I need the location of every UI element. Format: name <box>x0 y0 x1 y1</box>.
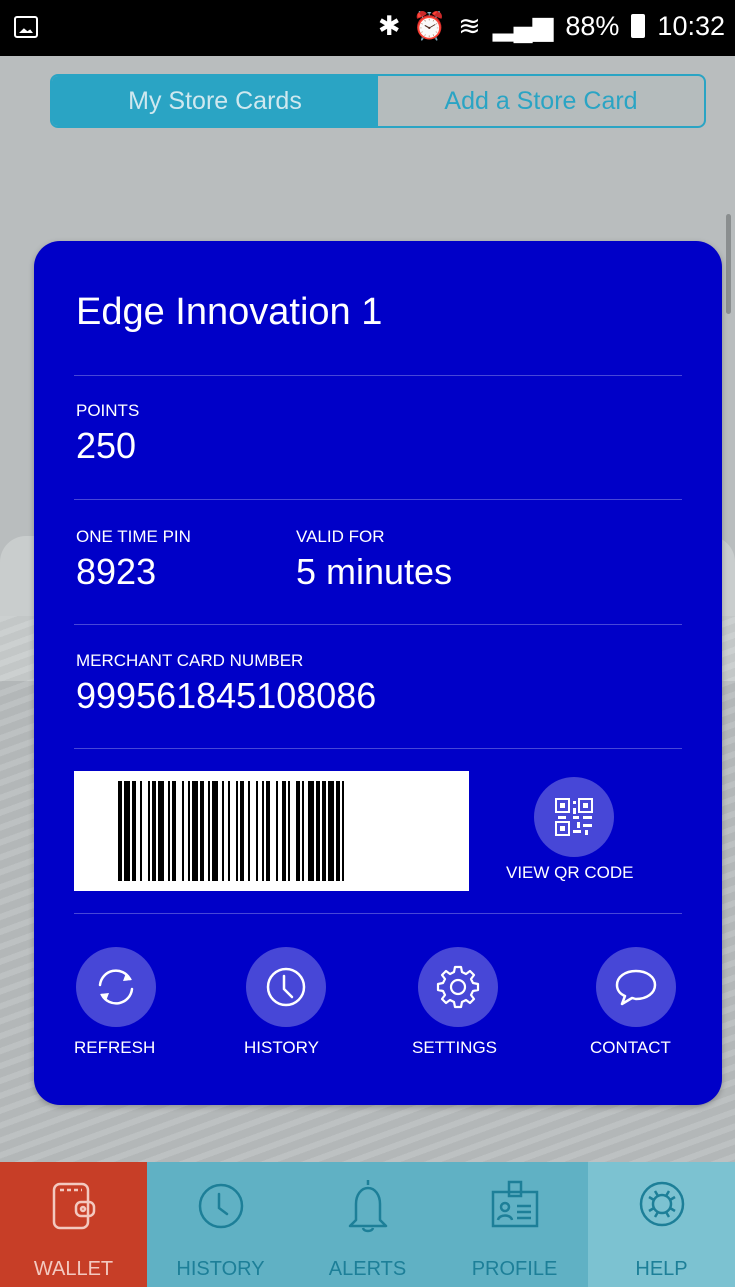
refresh-button[interactable] <box>76 947 156 1027</box>
barcode-bar <box>228 781 230 881</box>
barcode-bar <box>262 781 264 881</box>
tab-my-store-cards[interactable]: My Store Cards <box>52 76 378 126</box>
barcode-bar <box>172 781 176 881</box>
barcode-bar <box>308 781 314 881</box>
refresh-label: REFRESH <box>74 1038 156 1057</box>
points-label: POINTS <box>76 401 140 420</box>
barcode-bar <box>222 781 224 881</box>
points-value: 250 <box>76 425 137 466</box>
tab-add-store-card[interactable]: Add a Store Card <box>378 76 704 126</box>
barcode-bar <box>276 781 278 881</box>
nav-history-label: HISTORY <box>176 1258 265 1280</box>
barcode-bar <box>328 781 334 881</box>
barcode[interactable] <box>74 771 469 891</box>
nav-alerts-label: ALERTS <box>328 1258 407 1280</box>
barcode-bars <box>118 781 344 881</box>
store-card: Edge Innovation 1 POINTS 250 ONE TIME PI… <box>34 241 722 1105</box>
barcode-bar <box>188 781 190 881</box>
id-card-icon <box>491 1180 538 1228</box>
view-qr-code-button[interactable] <box>534 777 614 857</box>
merchant-card-number: 999561845108086 <box>76 675 377 716</box>
divider <box>74 624 682 625</box>
wallet-icon <box>52 1182 95 1230</box>
barcode-bar <box>168 781 170 881</box>
store-cards-tabs: My Store Cards Add a Store Card <box>50 74 706 128</box>
barcode-bar <box>148 781 150 881</box>
bottom-navigation: WALLET HISTORY ALERTS PROFILE HELP <box>0 1162 735 1287</box>
view-qr-code-label[interactable]: VIEW QR CODE <box>506 863 634 883</box>
barcode-bar <box>322 781 326 881</box>
contact-button[interactable] <box>596 947 676 1027</box>
scrollbar[interactable] <box>726 214 731 314</box>
barcode-bar <box>256 781 258 881</box>
nav-help-label: HELP <box>635 1258 688 1280</box>
otp-label: ONE TIME PIN <box>76 527 191 546</box>
barcode-bar <box>140 781 142 881</box>
divider <box>74 499 682 500</box>
battery-icon <box>631 14 646 38</box>
otp-value: 8923 <box>76 551 157 592</box>
clock-icon <box>266 967 306 1007</box>
barcode-bar <box>200 781 204 881</box>
chat-bubble-icon <box>615 969 657 1006</box>
qr-code-icon <box>555 798 593 836</box>
barcode-bar <box>182 781 184 881</box>
bluetooth-icon: ✱ <box>377 10 401 41</box>
gallery-notification-icon <box>14 16 38 38</box>
barcode-bar <box>208 781 210 881</box>
refresh-icon <box>98 969 134 1005</box>
barcode-bar <box>132 781 136 881</box>
barcode-bar <box>282 781 286 881</box>
signal-icon: ▂▄▆ <box>492 10 554 41</box>
barcode-bar <box>118 781 122 881</box>
divider <box>74 375 682 376</box>
nav-alerts[interactable]: ALERTS <box>294 1162 441 1287</box>
barcode-bar <box>124 781 130 881</box>
barcode-bar <box>240 781 244 881</box>
barcode-bar <box>302 781 304 881</box>
barcode-bar <box>212 781 218 881</box>
battery-percent: 88% <box>565 10 620 41</box>
history-button[interactable] <box>246 947 326 1027</box>
valid-for-label: VALID FOR <box>296 527 385 546</box>
barcode-bar <box>296 781 300 881</box>
bell-icon <box>348 1180 387 1233</box>
clock-time: 10:32 <box>657 10 725 41</box>
barcode-bar <box>316 781 320 881</box>
nav-wallet[interactable]: WALLET <box>0 1162 147 1287</box>
card-title: Edge Innovation 1 <box>76 291 383 333</box>
nav-history[interactable]: HISTORY <box>147 1162 294 1287</box>
barcode-bar <box>192 781 198 881</box>
lifebuoy-icon <box>639 1181 684 1227</box>
contact-label: CONTACT <box>590 1038 671 1057</box>
barcode-bar <box>336 781 340 881</box>
alarm-icon: ⏰ <box>412 11 447 41</box>
barcode-bar <box>288 781 290 881</box>
nav-profile-label: PROFILE <box>471 1258 558 1280</box>
barcode-bar <box>248 781 250 881</box>
gear-icon <box>436 965 480 1009</box>
divider <box>74 748 682 749</box>
nav-profile[interactable]: PROFILE <box>441 1162 588 1287</box>
barcode-bar <box>236 781 238 881</box>
valid-for-value: 5 minutes <box>296 551 453 592</box>
barcode-bar <box>266 781 270 881</box>
settings-label: SETTINGS <box>412 1038 498 1057</box>
divider <box>74 913 682 914</box>
history-label: HISTORY <box>244 1038 319 1057</box>
barcode-bar <box>158 781 164 881</box>
barcode-bar <box>342 781 344 881</box>
settings-button[interactable] <box>418 947 498 1027</box>
nav-wallet-label: WALLET <box>33 1258 114 1280</box>
nav-help[interactable]: HELP <box>588 1162 735 1287</box>
clock-icon <box>198 1183 243 1229</box>
merchant-card-label: MERCHANT CARD NUMBER <box>76 651 304 670</box>
wifi-icon: ≋ <box>458 10 481 41</box>
barcode-bar <box>152 781 156 881</box>
status-bar: ✱ ⏰ ≋ ▂▄▆ 88% 10:32 <box>0 0 735 56</box>
